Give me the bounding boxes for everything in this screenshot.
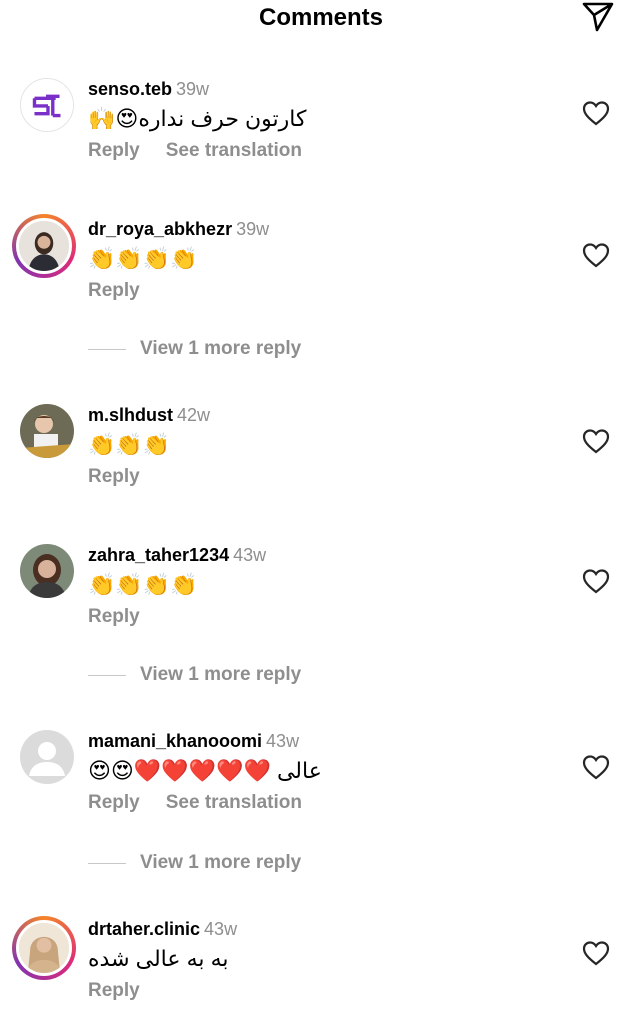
see-translation-button[interactable]: See translation [166,140,302,161]
comment-actions: Reply [88,280,572,302]
view-more-replies-label[interactable]: View 1 more reply [140,664,301,686]
divider [88,862,126,864]
comment-text: 👏👏👏👏 [88,572,198,597]
avatar[interactable] [20,544,74,598]
avatar[interactable] [12,916,76,980]
reply-button[interactable]: Reply [88,140,140,161]
avatar[interactable] [12,214,76,278]
comment-meta: senso.teb 39w [88,78,572,100]
avatar[interactable] [20,78,74,132]
reply-button[interactable]: Reply [88,466,140,487]
comment-meta: zahra_taher1234 43w [88,544,572,566]
view-more-replies[interactable]: View 1 more reply [88,664,301,686]
timestamp: 42w [177,405,211,425]
profile-photo [19,923,69,973]
comment-text: عالی ❤️❤️❤️❤️❤️😍😍 [88,758,322,783]
username[interactable]: dr_roya_abkhezr [88,219,232,239]
avatar[interactable] [20,404,74,458]
username[interactable]: m.slhdust [88,405,173,425]
comment-actions: Reply [88,606,572,628]
timestamp: 43w [266,731,300,751]
divider [88,674,126,676]
profile-photo [20,404,74,458]
comment-meta: m.slhdust 42w [88,404,572,426]
username[interactable]: drtaher.clinic [88,919,200,939]
reply-button[interactable]: Reply [88,980,140,1001]
comment-text: کارتون حرف نداره😍🙌 [88,106,307,131]
view-more-replies[interactable]: View 1 more reply [88,338,301,360]
comment-meta: dr_roya_abkhezr 39w [88,218,572,240]
comment-actions: Reply [88,466,572,488]
heart-outline-icon[interactable] [582,568,610,594]
see-translation-button[interactable]: See translation [166,792,302,813]
default-avatar-icon [20,730,74,784]
heart-outline-icon[interactable] [582,428,610,454]
reply-button[interactable]: Reply [88,792,140,813]
comment-text: به به عالی شده [88,946,229,971]
avatar[interactable] [20,730,74,784]
username[interactable]: zahra_taher1234 [88,545,229,565]
comment-meta: mamani_khanooomi 43w [88,730,572,752]
view-more-replies-label[interactable]: View 1 more reply [140,852,301,874]
profile-photo [20,544,74,598]
timestamp: 39w [236,219,270,239]
timestamp: 43w [233,545,267,565]
timestamp: 43w [204,919,238,939]
comment-actions: Reply See translation [88,140,572,162]
page-title: Comments [258,4,384,31]
heart-outline-icon[interactable] [582,242,610,268]
view-more-replies[interactable]: View 1 more reply [88,852,301,874]
reply-button[interactable]: Reply [88,606,140,627]
comment-actions: Reply [88,980,572,1002]
reply-button[interactable]: Reply [88,280,140,301]
heart-outline-icon[interactable] [582,940,610,966]
comment-actions: Reply See translation [88,792,572,814]
username[interactable]: mamani_khanooomi [88,731,262,751]
profile-photo [19,221,69,271]
heart-outline-icon[interactable] [582,754,610,780]
paper-plane-icon[interactable] [580,0,616,34]
comment-text: 👏👏👏 [88,432,171,457]
username[interactable]: senso.teb [88,79,172,99]
comment-text: 👏👏👏👏 [88,246,198,271]
heart-outline-icon[interactable] [582,100,610,126]
comment-meta: drtaher.clinic 43w [88,918,572,940]
timestamp: 39w [176,79,210,99]
senso-teb-logo [21,79,73,131]
divider [88,348,126,350]
comments-header: Comments [0,0,642,38]
view-more-replies-label[interactable]: View 1 more reply [140,338,301,360]
